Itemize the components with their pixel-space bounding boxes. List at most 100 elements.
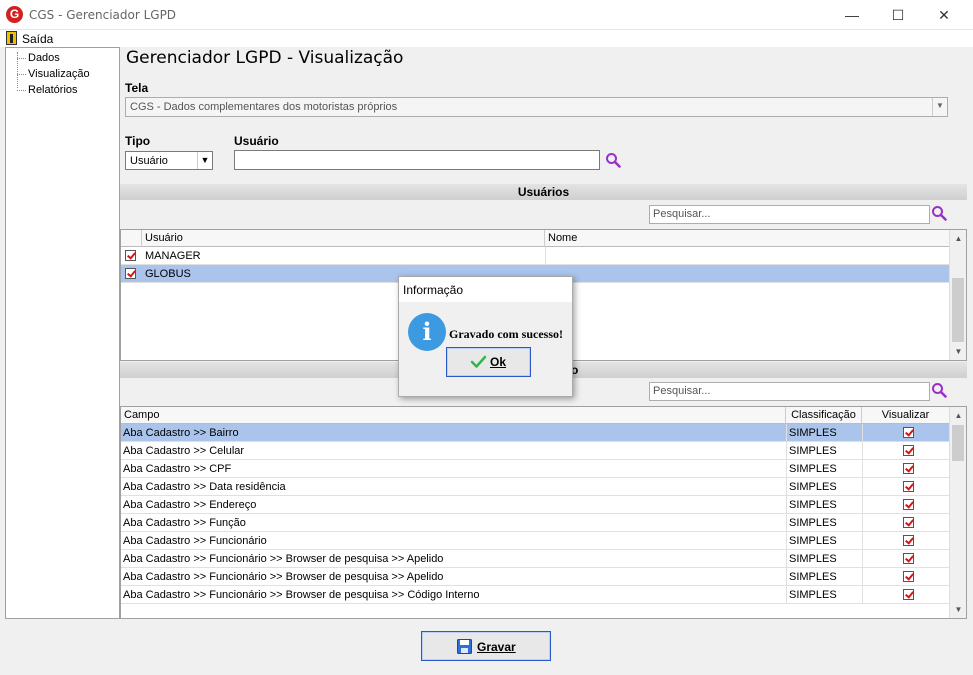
tela-select[interactable]: CGS - Dados complementares dos motorista… <box>125 97 948 117</box>
tree-item-dados[interactable]: Dados <box>28 52 60 64</box>
visualizar-checkbox[interactable] <box>903 589 914 600</box>
field-classificacao-cell: SIMPLES <box>786 586 862 604</box>
table-row[interactable]: Aba Cadastro >> Funcionário >> Browser d… <box>121 568 950 586</box>
field-visualizar-cell <box>862 550 950 568</box>
scroll-down-icon[interactable]: ▼ <box>950 601 966 618</box>
field-visualizar-cell <box>862 460 950 478</box>
table-row[interactable]: Aba Cadastro >> Celular SIMPLES <box>121 442 950 460</box>
field-campo-cell: Aba Cadastro >> Endereço <box>123 499 257 511</box>
search-icon[interactable] <box>605 152 621 168</box>
users-col-usuario[interactable]: Usuário <box>142 230 545 247</box>
field-campo-cell: Aba Cadastro >> Funcionário >> Browser d… <box>123 553 444 565</box>
usuario-input[interactable] <box>234 150 600 170</box>
scroll-thumb[interactable] <box>952 278 964 342</box>
users-search-input[interactable]: Pesquisar... <box>649 205 930 224</box>
table-row[interactable]: Aba Cadastro >> Funcionário >> Browser d… <box>121 550 950 568</box>
table-row[interactable]: Aba Cadastro >> Endereço SIMPLES <box>121 496 950 514</box>
dialog-message: Gravado com sucesso! <box>449 327 563 341</box>
field-campo-cell: Aba Cadastro >> Celular <box>123 445 245 457</box>
info-dialog: Informação i Gravado com sucesso! Ok <box>398 276 573 397</box>
field-classificacao-cell: SIMPLES <box>786 550 862 568</box>
users-section-header: Usuários <box>120 184 967 200</box>
chevron-down-icon[interactable]: ▼ <box>932 98 947 116</box>
field-visualizar-cell <box>862 586 950 604</box>
app-logo-icon: G <box>6 6 23 23</box>
window-title: CGS - Gerenciador LGPD <box>29 8 177 22</box>
scroll-down-icon[interactable]: ▼ <box>950 343 966 360</box>
field-campo-cell: Aba Cadastro >> Funcionário <box>123 535 267 547</box>
save-button-label: Gravar <box>477 640 516 654</box>
table-row[interactable]: Aba Cadastro >> Funcionário SIMPLES <box>121 532 950 550</box>
field-campo-cell: Aba Cadastro >> Bairro <box>123 427 239 439</box>
floppy-disk-icon <box>457 639 472 654</box>
users-scrollbar[interactable]: ▲ ▼ <box>949 230 966 360</box>
fields-grid: Campo Classificação Visualizar Aba Cadas… <box>120 406 967 619</box>
search-icon[interactable] <box>931 382 947 398</box>
table-row[interactable]: Aba Cadastro >> Data residência SIMPLES <box>121 478 950 496</box>
save-button[interactable]: Gravar <box>421 631 551 661</box>
exit-icon[interactable] <box>6 31 17 45</box>
fields-search-placeholder: Pesquisar... <box>653 385 711 397</box>
tree-connector <box>17 90 26 91</box>
checkmark-icon <box>470 355 487 368</box>
table-row[interactable]: Aba Cadastro >> Bairro SIMPLES <box>121 424 950 442</box>
visualizar-checkbox[interactable] <box>903 481 914 492</box>
menu-exit[interactable]: Saída <box>22 32 53 46</box>
visualizar-checkbox[interactable] <box>903 427 914 438</box>
field-classificacao-cell: SIMPLES <box>786 532 862 550</box>
grid-divider <box>545 247 546 265</box>
search-icon[interactable] <box>931 205 947 221</box>
tree-item-relatorios[interactable]: Relatórios <box>28 84 78 96</box>
visualizar-checkbox[interactable] <box>903 571 914 582</box>
tela-select-value: CGS - Dados complementares dos motorista… <box>130 101 398 113</box>
visualizar-checkbox[interactable] <box>903 553 914 564</box>
chevron-down-icon[interactable]: ▼ <box>197 152 212 169</box>
maximize-button[interactable]: ☐ <box>875 0 921 30</box>
tipo-select[interactable]: Usuário ▼ <box>125 151 213 170</box>
field-visualizar-cell <box>862 496 950 514</box>
menu-bar <box>0 30 973 47</box>
fields-col-classificacao[interactable]: Classificação <box>786 407 862 424</box>
field-campo-cell: Aba Cadastro >> Data residência <box>123 481 286 493</box>
visualizar-checkbox[interactable] <box>903 499 914 510</box>
field-classificacao-cell: SIMPLES <box>786 478 862 496</box>
field-classificacao-cell: SIMPLES <box>786 442 862 460</box>
minimize-button[interactable]: — <box>829 0 875 30</box>
visualizar-checkbox[interactable] <box>903 445 914 456</box>
field-classificacao-cell: SIMPLES <box>786 424 862 442</box>
table-row[interactable]: Aba Cadastro >> CPF SIMPLES <box>121 460 950 478</box>
users-search-placeholder: Pesquisar... <box>653 208 711 220</box>
fields-scrollbar[interactable]: ▲ ▼ <box>949 407 966 618</box>
ok-button[interactable]: Ok <box>446 347 531 377</box>
tree-item-visualizacao[interactable]: Visualização <box>28 68 90 80</box>
table-row[interactable]: Aba Cadastro >> Função SIMPLES <box>121 514 950 532</box>
fields-search-input[interactable]: Pesquisar... <box>649 382 930 401</box>
table-row[interactable]: Aba Cadastro >> Funcionário >> Browser d… <box>121 586 950 604</box>
scroll-thumb[interactable] <box>952 425 964 461</box>
navigation-tree: Dados Visualização Relatórios <box>5 47 120 619</box>
visualizar-checkbox[interactable] <box>903 463 914 474</box>
tipo-select-value: Usuário <box>130 155 168 167</box>
scroll-up-icon[interactable]: ▲ <box>950 407 966 424</box>
field-campo-cell: Aba Cadastro >> CPF <box>123 463 232 475</box>
user-checkbox[interactable] <box>125 268 136 279</box>
field-campo-cell: Aba Cadastro >> Funcionário >> Browser d… <box>123 589 480 601</box>
field-visualizar-cell <box>862 424 950 442</box>
fields-col-visualizar[interactable]: Visualizar <box>862 407 950 424</box>
users-col-nome[interactable]: Nome <box>545 230 950 247</box>
field-visualizar-cell <box>862 442 950 460</box>
table-row[interactable]: MANAGER <box>121 247 950 265</box>
fields-col-campo[interactable]: Campo <box>121 407 786 424</box>
page-title: Gerenciador LGPD - Visualização <box>126 48 404 68</box>
field-classificacao-cell: SIMPLES <box>786 568 862 586</box>
visualizar-checkbox[interactable] <box>903 517 914 528</box>
visualizar-checkbox[interactable] <box>903 535 914 546</box>
field-campo-cell: Aba Cadastro >> Funcionário >> Browser d… <box>123 571 444 583</box>
field-visualizar-cell <box>862 478 950 496</box>
field-visualizar-cell <box>862 568 950 586</box>
scroll-up-icon[interactable]: ▲ <box>950 230 966 247</box>
user-checkbox[interactable] <box>125 250 136 261</box>
field-campo-cell: Aba Cadastro >> Função <box>123 517 246 529</box>
close-button[interactable]: ✕ <box>921 0 967 30</box>
field-classificacao-cell: SIMPLES <box>786 496 862 514</box>
